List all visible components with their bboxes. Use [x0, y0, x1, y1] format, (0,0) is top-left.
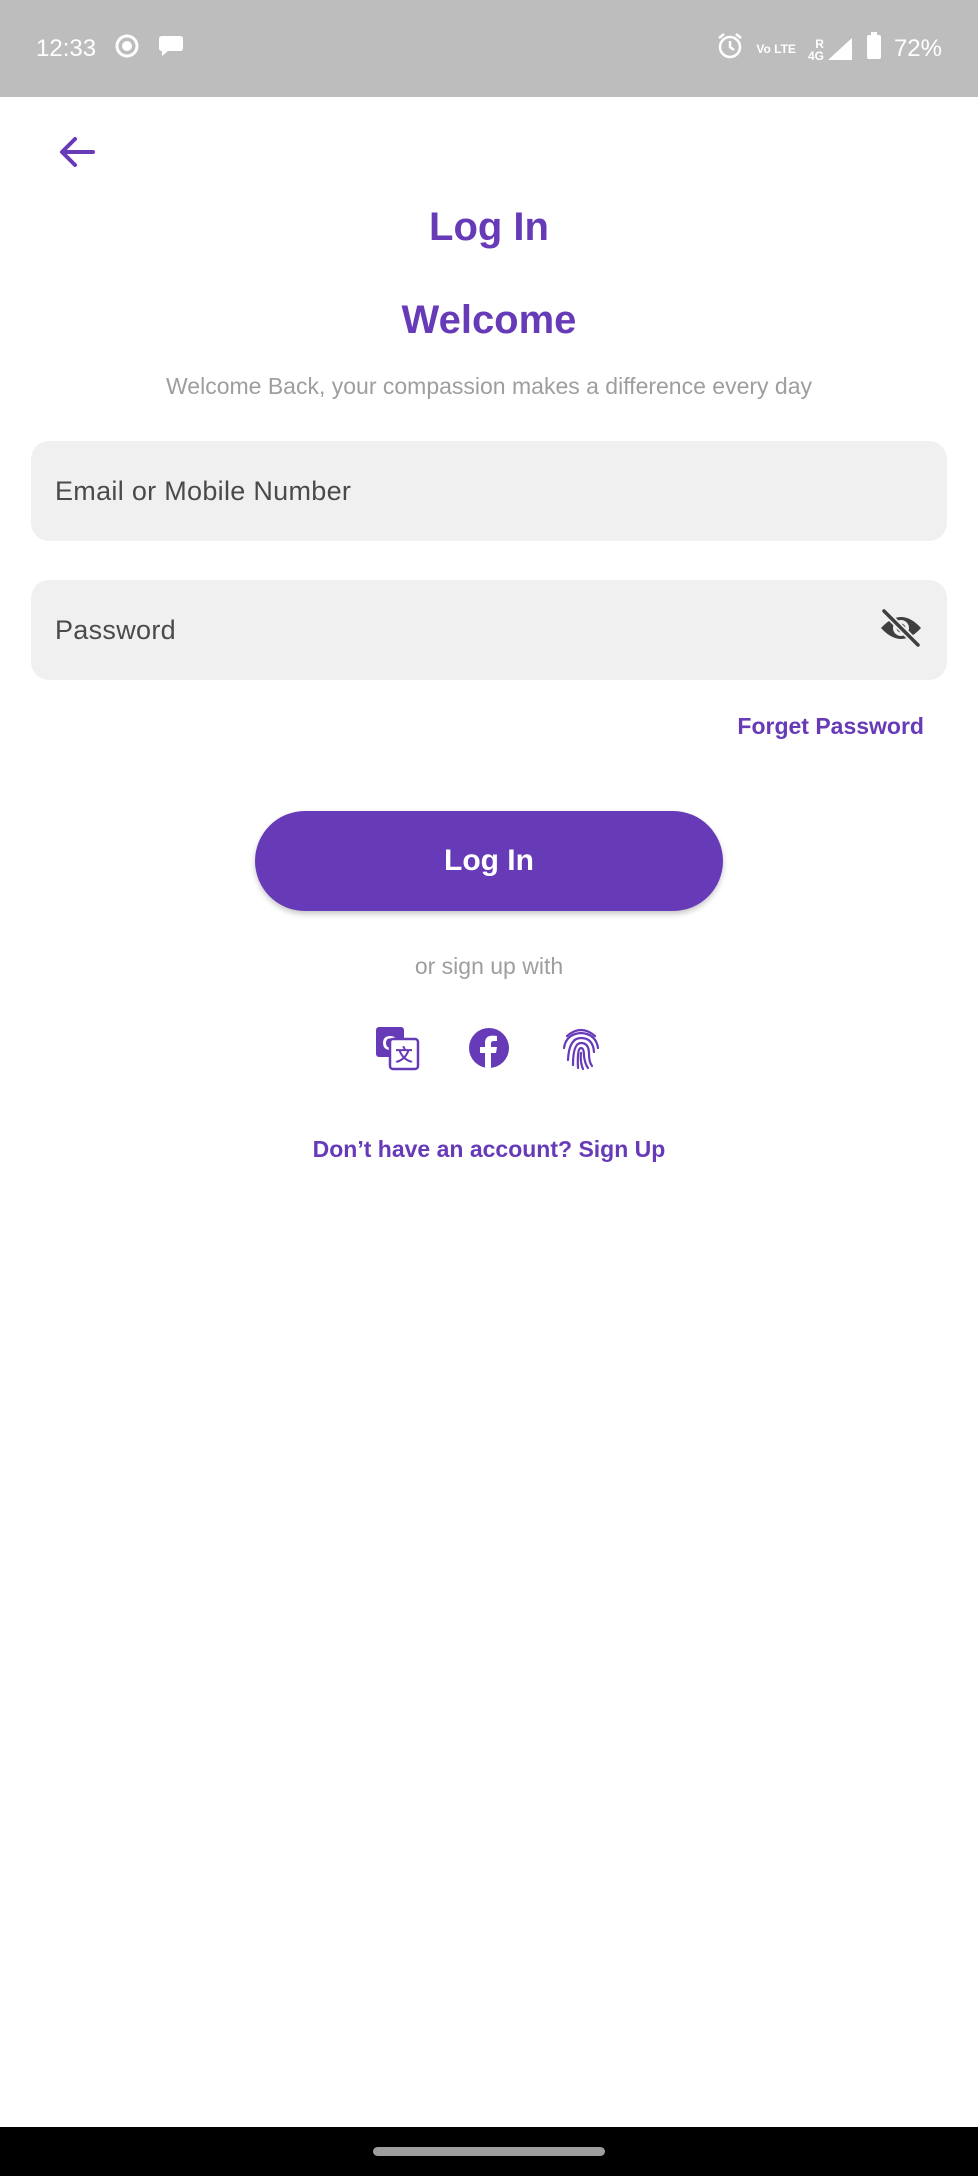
fingerprint-icon — [561, 1026, 601, 1075]
translate-signup-button[interactable]: G文 — [371, 1024, 423, 1076]
forget-password-link[interactable]: Forget Password — [737, 713, 924, 740]
screen-record-icon — [114, 33, 140, 64]
fingerprint-signup-button[interactable] — [555, 1024, 607, 1076]
page-title: Log In — [429, 205, 549, 249]
email-field-container — [31, 441, 947, 541]
password-visibility-toggle[interactable] — [877, 606, 925, 654]
signal-icon: R 4G — [808, 36, 854, 62]
status-time: 12:33 — [36, 34, 97, 62]
battery-percent: 72% — [893, 34, 942, 62]
signup-link[interactable]: Don’t have an account? Sign Up — [313, 1136, 666, 1162]
svg-text:文: 文 — [396, 1045, 414, 1065]
login-screen: 12:33 Vo LTE R 4G 72% Log In Welcome Wel… — [0, 0, 978, 2176]
network-type-label: 4G — [807, 48, 824, 63]
battery-icon — [866, 32, 882, 65]
navigation-bar — [0, 2127, 978, 2176]
roaming-label: R — [815, 36, 824, 51]
signup-link-row: Don’t have an account? Sign Up — [0, 1136, 978, 1163]
arrow-back-icon — [59, 136, 95, 173]
email-field[interactable] — [55, 475, 923, 507]
welcome-subtitle: Welcome Back, your compassion makes a di… — [166, 373, 812, 399]
volte-icon: Vo LTE — [756, 41, 796, 56]
home-indicator[interactable] — [373, 2147, 605, 2156]
eye-off-icon — [879, 608, 923, 653]
welcome-heading: Welcome — [401, 298, 577, 342]
facebook-signup-button[interactable] — [463, 1024, 515, 1076]
translate-icon: G文 — [374, 1025, 420, 1076]
alarm-icon — [716, 32, 744, 65]
login-button[interactable]: Log In — [255, 811, 723, 911]
message-bubble-icon — [158, 34, 184, 63]
status-bar-right: Vo LTE R 4G 72% — [716, 0, 942, 97]
status-bar-left: 12:33 — [36, 0, 184, 97]
facebook-icon — [468, 1027, 510, 1074]
back-button[interactable] — [50, 132, 104, 176]
signup-with-label: or sign up with — [414, 953, 564, 979]
password-field-container — [31, 580, 947, 680]
status-bar: 12:33 Vo LTE R 4G 72% — [0, 0, 978, 97]
password-field[interactable] — [55, 614, 867, 646]
